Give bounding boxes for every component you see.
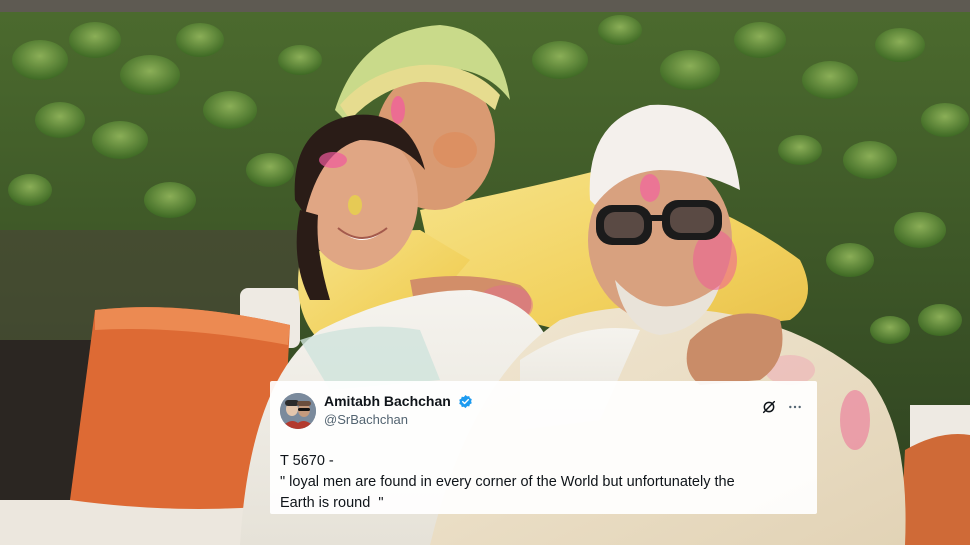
author-handle[interactable]: @SrBachchan bbox=[324, 411, 473, 429]
grok-icon[interactable] bbox=[761, 399, 777, 415]
tweet-card[interactable]: Amitabh Bachchan @SrBachchan T 5670 - " … bbox=[270, 381, 817, 514]
verified-badge-icon bbox=[459, 394, 473, 408]
author-name[interactable]: Amitabh Bachchan bbox=[324, 392, 451, 410]
tweet-text-line: T 5670 - bbox=[280, 453, 334, 469]
tweet-header: Amitabh Bachchan @SrBachchan bbox=[280, 391, 803, 431]
tweet-actions bbox=[761, 399, 803, 415]
tweet-text-line: Earth is round " bbox=[280, 495, 384, 511]
avatar-photo-icon bbox=[280, 393, 316, 429]
tweet-text-line: " loyal men are found in every corner of… bbox=[280, 474, 735, 490]
author-info: Amitabh Bachchan @SrBachchan bbox=[324, 392, 473, 429]
tweet-text: T 5670 - " loyal men are found in every … bbox=[280, 451, 803, 514]
more-options-icon[interactable] bbox=[787, 399, 803, 415]
avatar[interactable] bbox=[280, 393, 316, 429]
